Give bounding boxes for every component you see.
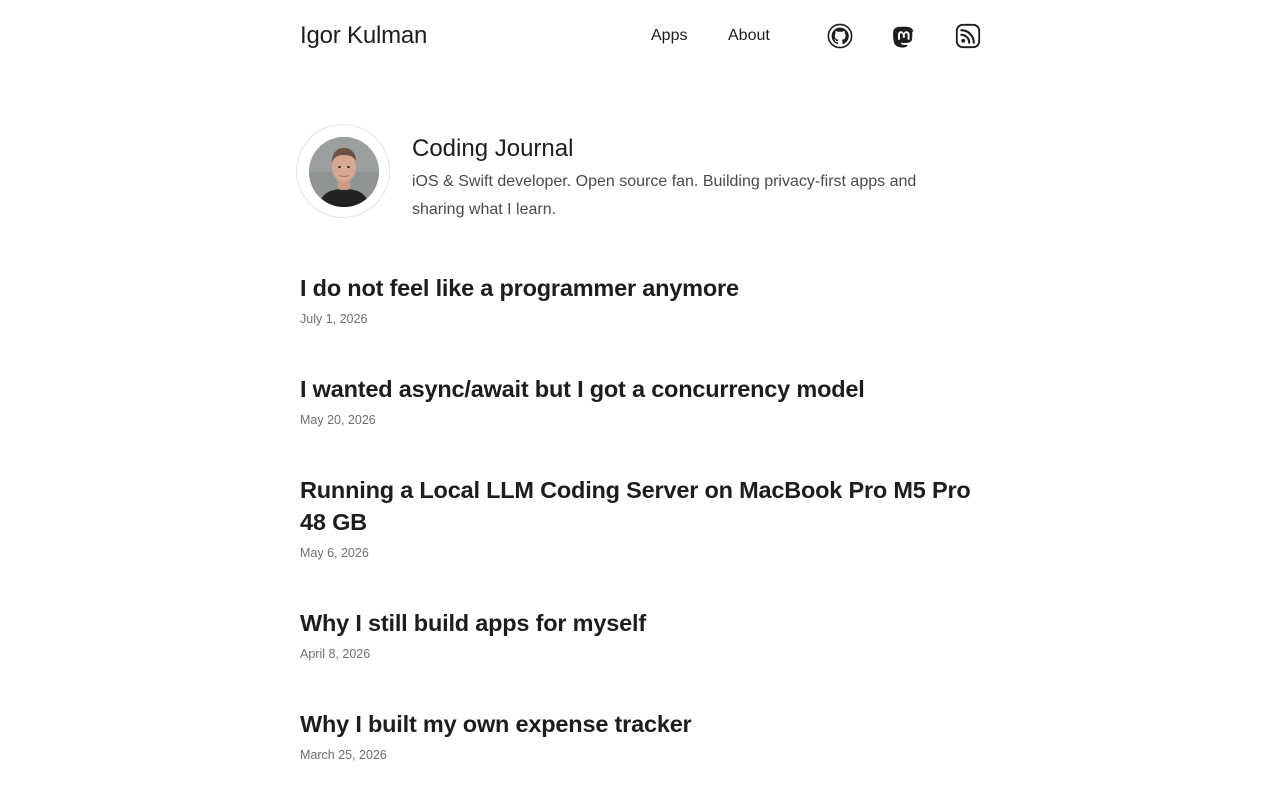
profile-section: Coding Journal iOS & Swift developer. Op… xyxy=(296,124,986,224)
post-title-link[interactable]: I do not feel like a programmer anymore xyxy=(300,272,980,304)
post-item: Why I built my own expense tracker March… xyxy=(300,708,980,763)
post-item: I wanted async/await but I got a concurr… xyxy=(300,373,980,428)
github-icon[interactable] xyxy=(827,23,853,49)
nav-link-apps[interactable]: Apps xyxy=(651,26,687,46)
site-title-link[interactable]: Igor Kulman xyxy=(300,20,427,52)
mastodon-icon[interactable] xyxy=(891,23,917,49)
post-item: Running a Local LLM Coding Server on Mac… xyxy=(300,474,980,561)
nav-link-about[interactable]: About xyxy=(728,26,770,46)
post-title-link[interactable]: Running a Local LLM Coding Server on Mac… xyxy=(300,474,980,538)
post-date: May 20, 2026 xyxy=(300,413,376,427)
post-date: May 6, 2026 xyxy=(300,546,369,560)
page: Igor Kulman Apps About Coding Journal iO… xyxy=(0,0,1280,800)
post-date: July 1, 2026 xyxy=(300,312,368,326)
post-title-link[interactable]: I wanted async/await but I got a concurr… xyxy=(300,373,980,405)
post-date: March 25, 2026 xyxy=(300,748,387,762)
avatar-frame xyxy=(296,124,390,218)
post-list: I do not feel like a programmer anymore … xyxy=(300,272,980,800)
site-header: Igor Kulman Apps About xyxy=(300,0,981,72)
post-title-link[interactable]: Why I still build apps for myself xyxy=(300,607,980,639)
post-item: I do not feel like a programmer anymore … xyxy=(300,272,980,327)
post-date: April 8, 2026 xyxy=(300,647,371,661)
profile-title: Coding Journal xyxy=(412,135,574,162)
post-title-link[interactable]: Why I built my own expense tracker xyxy=(300,708,980,740)
post-item: Why I still build apps for myself April … xyxy=(300,607,980,662)
rss-icon[interactable] xyxy=(955,23,981,49)
avatar xyxy=(309,137,379,207)
profile-description: iOS & Swift developer. Open source fan. … xyxy=(412,173,917,218)
